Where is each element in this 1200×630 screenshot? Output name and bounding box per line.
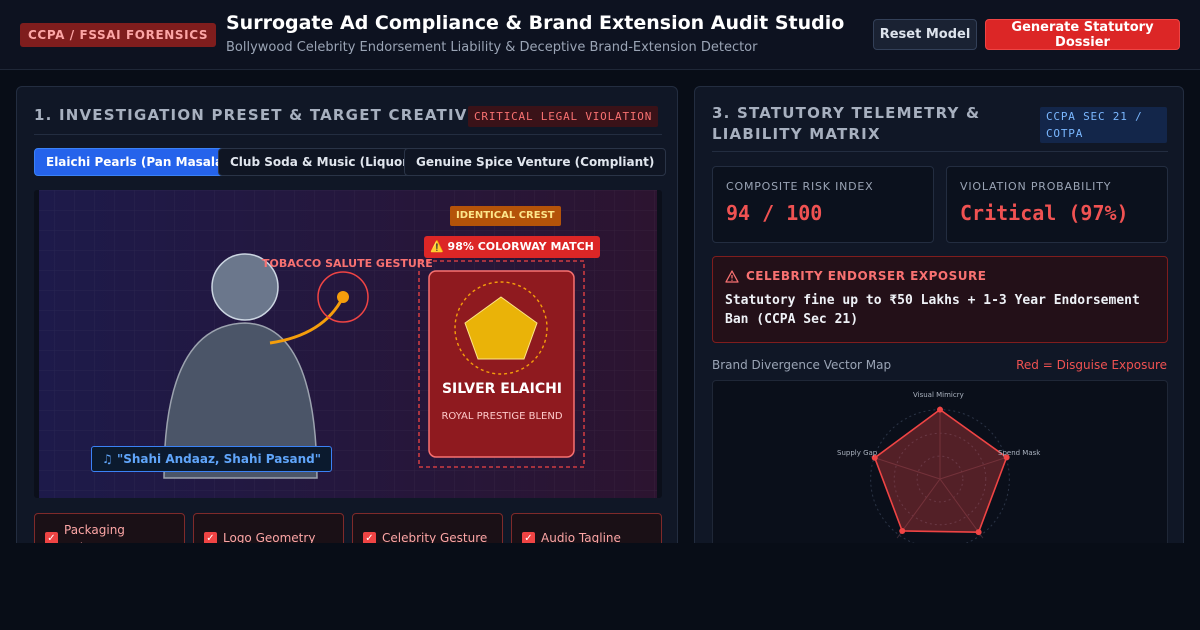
check-icon[interactable]: ✓: [204, 532, 217, 543]
app-header: CCPA / FSSAI FORENSICS Surrogate Ad Comp…: [0, 0, 1200, 70]
generate-dossier-button[interactable]: Generate Statutory Dossier: [985, 19, 1180, 50]
check-celebrity-gesture[interactable]: ✓ Celebrity Gesture: [352, 513, 503, 543]
radar-axis-label: Visual Mimicry: [913, 391, 964, 399]
preset-tab-elaichi-pearls[interactable]: Elaichi Pearls (Pan Masala): [34, 148, 241, 176]
risk-index-value: 94 / 100: [726, 201, 823, 225]
main-viewport: 1. Investigation Preset & Target Creativ…: [0, 70, 1200, 543]
risk-index-card: Composite Risk Index 94 / 100: [712, 166, 934, 243]
music-note-icon: ♫: [102, 452, 113, 466]
divider: [712, 151, 1168, 152]
preset-tab-club-soda[interactable]: Club Soda & Music (Liquor): [218, 148, 426, 176]
radar-series-polygon: [873, 408, 1008, 533]
risk-index-label: Composite Risk Index: [726, 180, 874, 193]
violation-probability-label: Violation Probability: [960, 180, 1112, 193]
identical-crest-label: IDENTICAL CREST: [450, 206, 561, 226]
radar-point: [899, 527, 906, 534]
audio-tagline-label: ♫ "Shahi Andaaz, Shahi Pasand": [91, 446, 332, 472]
statute-tag: CCPA SEC 21 / COTPA: [1040, 107, 1167, 143]
check-label: Packaging Colorway: [64, 523, 125, 543]
check-logo-geometry[interactable]: ✓ Logo Geometry: [193, 513, 344, 543]
investigation-panel: 1. Investigation Preset & Target Creativ…: [16, 86, 678, 543]
forensics-badge: CCPA / FSSAI FORENSICS: [20, 23, 217, 47]
alert-triangle-icon: [725, 270, 739, 283]
check-icon[interactable]: ✓: [45, 532, 58, 543]
violation-status-tag: CRITICAL LEGAL VIOLATION: [468, 106, 659, 127]
audio-tagline-text: "Shahi Andaaz, Shahi Pasand": [116, 452, 321, 466]
check-label: Logo Geometry: [223, 531, 316, 543]
check-label: Celebrity Gesture: [382, 531, 488, 543]
preset-tab-genuine-spice[interactable]: Genuine Spice Venture (Compliant): [404, 148, 667, 176]
warning-icon: ⚠️: [430, 240, 444, 253]
colorway-match-label: ⚠️ 98% COLORWAY MATCH: [424, 236, 600, 258]
check-icon[interactable]: ✓: [522, 532, 535, 543]
telemetry-panel: 3. Statutory Telemetry & Liability Matri…: [694, 86, 1184, 543]
endorser-exposure-alert: CELEBRITY ENDORSER EXPOSURE Statutory fi…: [712, 256, 1168, 343]
radar-point: [975, 529, 982, 536]
colorway-match-text: 98% COLORWAY MATCH: [447, 240, 594, 253]
alert-body: Statutory fine up to ₹50 Lakhs + 1-3 Yea…: [725, 293, 1140, 327]
app-title: Surrogate Ad Compliance & Brand Extensio…: [226, 12, 845, 34]
alert-title: CELEBRITY ENDORSER EXPOSURE: [746, 269, 987, 283]
check-packaging-colorway[interactable]: ✓ Packaging Colorway: [34, 513, 185, 543]
violation-probability-value: Critical (97%): [960, 201, 1129, 225]
divider: [34, 134, 662, 135]
check-audio-tagline[interactable]: ✓ Audio Tagline: [511, 513, 662, 543]
investigation-panel-title: 1. Investigation Preset & Target Creativ…: [34, 106, 480, 124]
check-label: Audio Tagline: [541, 531, 621, 543]
vector-map-legend: Red = Disguise Exposure: [1016, 358, 1167, 372]
vector-map-label: Brand Divergence Vector Map: [712, 358, 892, 372]
telemetry-panel-title: 3. Statutory Telemetry & Liability Matri…: [712, 104, 981, 143]
gesture-hand: [337, 291, 349, 303]
radar-axis-label: Spend Mask: [998, 449, 1041, 457]
target-creative-canvas: IDENTICAL CREST ⚠️ 98% COLORWAY MATCH TO…: [34, 190, 662, 498]
app-subtitle: Bollywood Celebrity Endorsement Liabilit…: [226, 40, 758, 55]
radar-point: [937, 406, 943, 413]
brand-divergence-radar: Visual Mimicry Spend Mask Supply Gap: [712, 380, 1168, 543]
pack-subtitle: ROYAL PRESTIGE BLEND: [441, 411, 563, 422]
pack-name: SILVER ELAICHI: [441, 381, 563, 397]
gesture-label: TOBACCO SALUTE GESTURE: [262, 257, 433, 270]
check-icon[interactable]: ✓: [363, 532, 376, 543]
reset-model-button[interactable]: Reset Model: [873, 19, 977, 50]
radar-chart: [870, 406, 1010, 543]
radar-axis-label: Supply Gap: [837, 449, 878, 457]
violation-probability-card: Violation Probability Critical (97%): [946, 166, 1168, 243]
